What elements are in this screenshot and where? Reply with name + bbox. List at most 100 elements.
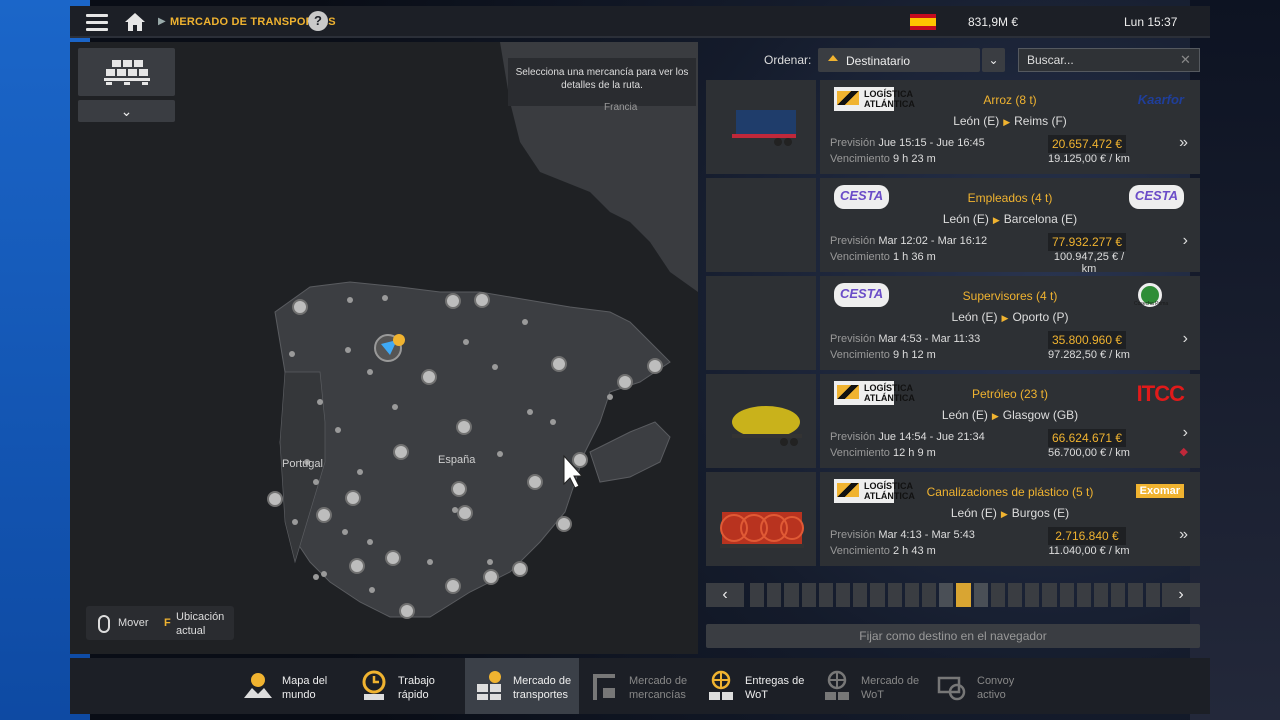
cargo-filter-button[interactable]: [78, 48, 175, 96]
page-indicator[interactable]: [784, 583, 799, 607]
route-arrow-icon: ▶: [991, 411, 999, 421]
page-indicator[interactable]: [750, 583, 765, 607]
cargo-name: Petróleo (23 t): [971, 387, 1049, 401]
tab-label: Convoy activo: [977, 675, 1015, 701]
trailer-thumbnail: [706, 472, 816, 566]
chevron-down-icon[interactable]: ⌄: [78, 100, 175, 122]
page-indicator[interactable]: [1059, 583, 1074, 607]
urgency-icon: ›: [1182, 232, 1188, 249]
page-indicator[interactable]: [1008, 583, 1023, 607]
search-input[interactable]: [1018, 48, 1200, 72]
home-icon[interactable]: [124, 12, 146, 32]
page-indicator[interactable]: [904, 583, 920, 607]
page-indicator[interactable]: [870, 583, 885, 607]
page-indicator[interactable]: [973, 583, 988, 607]
page-indicator[interactable]: [1025, 583, 1040, 607]
page-indicator[interactable]: [887, 583, 902, 607]
forecast: Previsión Mar 4:53 - Mar 11:33: [830, 333, 980, 345]
route-to: Glasgow (GB): [1002, 408, 1079, 422]
tab-wot-market[interactable]: Mercado de WoT: [813, 658, 927, 714]
job-price: 66.624.671 €: [1048, 429, 1126, 447]
job-price: 20.657.472 €: [1048, 135, 1126, 153]
expiry-label: Vencimiento: [830, 251, 890, 263]
page-indicator[interactable]: [801, 583, 816, 607]
job-row[interactable]: CESTA Cosecha Prima Supervisores (4 t) L…: [706, 276, 1200, 370]
money-display: 831,9M €: [968, 15, 1019, 29]
help-button[interactable]: ?: [308, 11, 328, 31]
forecast-label: Previsión: [830, 431, 876, 443]
route-from: León (E): [951, 310, 998, 324]
tab-freight-market[interactable]: Mercado de transportes: [465, 658, 579, 714]
route-arrow-icon: ▶: [1001, 313, 1009, 323]
forecast: Previsión Mar 4:13 - Mar 5:43: [830, 529, 975, 541]
page-indicator[interactable]: [1111, 583, 1126, 607]
source-company-logo: LOGÍSTICA ATLÁNTICA: [834, 381, 915, 405]
tab-label: Mercado de mercancías: [629, 675, 688, 701]
page-indicator[interactable]: [990, 583, 1006, 607]
freight-icon: [477, 671, 501, 700]
next-page-button[interactable]: ›: [1162, 583, 1200, 607]
page-indicator[interactable]: [836, 583, 851, 607]
tab-label: Mercado de transportes: [513, 675, 572, 701]
tab-world-map[interactable]: Mapa del mundo: [234, 658, 348, 714]
page-indicator[interactable]: [1042, 583, 1057, 607]
destination-company-logo: Kaarfor: [1137, 92, 1184, 107]
clear-search-icon[interactable]: ✕: [1180, 52, 1191, 68]
clock-icon: [362, 670, 386, 700]
page-indicator[interactable]: [922, 583, 937, 607]
job-price: 35.800.960 €: [1048, 331, 1126, 349]
expiry: Vencimiento 2 h 43 m: [830, 545, 936, 557]
bottom-navigation: Mapa del mundo Trabajo rápido Mercado de…: [70, 658, 1210, 714]
job-price: 77.932.277 €: [1048, 233, 1126, 251]
route-arrow-icon: ▶: [1000, 509, 1008, 519]
sort-select[interactable]: Destinatario: [818, 48, 980, 72]
trailer-thumbnail: [706, 80, 816, 174]
tab-active-convoy[interactable]: Convoy activo: [929, 658, 1043, 714]
iberia-map[interactable]: [70, 42, 698, 654]
tab-quick-job[interactable]: Trabajo rápido: [350, 658, 464, 714]
map-icon: [244, 673, 272, 698]
game-clock: Lun 15:37: [1124, 15, 1178, 29]
destination-company-logo: Exomar: [1135, 484, 1184, 498]
map-label-spain: España: [438, 454, 476, 466]
tab-wot-deliveries[interactable]: Entregas de WoT: [697, 658, 811, 714]
tab-label: Mapa del mundo: [282, 675, 328, 701]
page-indicator[interactable]: [956, 583, 971, 607]
map-panel[interactable]: ⌄ Selecciona una mercancía para ver los …: [70, 42, 698, 654]
job-row[interactable]: LOGÍSTICA ATLÁNTICA Exomar Canalizacione…: [706, 472, 1200, 566]
job-row[interactable]: LOGÍSTICA ATLÁNTICA Kaarfor Arroz (8 t) …: [706, 80, 1200, 174]
job-row[interactable]: LOGÍSTICA ATLÁNTICA ITCC Petróleo (23 t)…: [706, 374, 1200, 468]
forecast-value: Jue 15:15 - Jue 16:45: [878, 137, 985, 149]
page-indicator[interactable]: [939, 583, 954, 607]
previous-page-button[interactable]: ‹: [706, 583, 744, 607]
urgency-icon: ›: [1182, 424, 1188, 441]
forecast-label: Previsión: [830, 137, 876, 149]
tab-label: Entregas de WoT: [745, 675, 805, 701]
forecast-value: Mar 4:53 - Mar 11:33: [878, 333, 981, 345]
job-row[interactable]: CESTA CESTA Empleados (4 t) León (E) ▶ Bar…: [706, 178, 1200, 275]
forecast-label: Previsión: [830, 529, 876, 541]
expiry-value: 12 h 9 m: [893, 447, 936, 459]
expiry: Vencimiento 1 h 36 m: [830, 251, 936, 263]
set-destination-button[interactable]: Fijar como destino en el navegador: [706, 624, 1200, 648]
route-from: León (E): [942, 212, 989, 226]
convoy-icon: [937, 676, 966, 701]
page-indicator[interactable]: [1076, 583, 1092, 607]
page-indicator[interactable]: [818, 583, 834, 607]
tab-cargo-market[interactable]: Mercado de mercancías: [581, 658, 695, 714]
crane-icon: [593, 674, 615, 700]
cargo-name: Empleados (4 t): [967, 191, 1053, 205]
route: León (E) ▶ Barcelona (E): [910, 212, 1110, 226]
hamburger-menu-icon[interactable]: [86, 12, 108, 32]
map-label-france: Francia: [604, 102, 638, 113]
tab-label: Mercado de WoT: [861, 675, 920, 701]
route: León (E) ▶ Oporto (P): [910, 310, 1110, 324]
page-indicator[interactable]: [1094, 583, 1109, 607]
route-arrow-icon: ▶: [992, 215, 1000, 225]
sort-dropdown-button[interactable]: ⌄: [982, 48, 1005, 72]
expiry-value: 2 h 43 m: [893, 545, 936, 557]
page-indicator[interactable]: [1128, 583, 1143, 607]
page-indicator[interactable]: [767, 583, 782, 607]
page-indicator[interactable]: [853, 583, 868, 607]
page-indicator[interactable]: [1145, 583, 1160, 607]
